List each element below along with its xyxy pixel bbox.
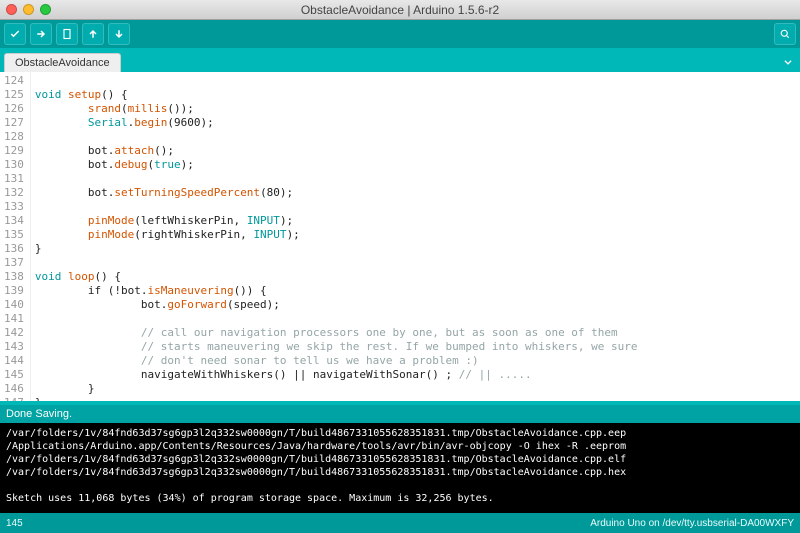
line-number: 132 bbox=[4, 186, 24, 200]
arrow-right-icon bbox=[35, 28, 47, 40]
code-line[interactable]: pinMode(rightWhiskerPin, INPUT); bbox=[35, 228, 796, 242]
code-line[interactable]: } bbox=[35, 396, 796, 401]
line-number: 125 bbox=[4, 88, 24, 102]
board-port: Arduino Uno on /dev/tty.usbserial-DA00WX… bbox=[590, 518, 794, 529]
line-number: 134 bbox=[4, 214, 24, 228]
line-number: 137 bbox=[4, 256, 24, 270]
code-line[interactable] bbox=[35, 312, 796, 326]
code-line[interactable]: // call our navigation processors one by… bbox=[35, 326, 796, 340]
line-number: 145 bbox=[4, 368, 24, 382]
window-title: ObstacleAvoidance | Arduino 1.5.6-r2 bbox=[0, 3, 800, 17]
line-number: 139 bbox=[4, 284, 24, 298]
serial-monitor-button[interactable] bbox=[774, 23, 796, 45]
footer-bar: 145 Arduino Uno on /dev/tty.usbserial-DA… bbox=[0, 513, 800, 533]
line-number: 127 bbox=[4, 116, 24, 130]
code-line[interactable]: if (!bot.isManeuvering()) { bbox=[35, 284, 796, 298]
code-line[interactable]: void loop() { bbox=[35, 270, 796, 284]
verify-button[interactable] bbox=[4, 23, 26, 45]
code-line[interactable]: // starts maneuvering we skip the rest. … bbox=[35, 340, 796, 354]
code-line[interactable] bbox=[35, 74, 796, 88]
console-output[interactable]: /var/folders/1v/84fnd63d37sg6gp3l2q332sw… bbox=[0, 423, 800, 513]
window-controls bbox=[6, 4, 51, 15]
code-line[interactable]: bot.debug(true); bbox=[35, 158, 796, 172]
magnifier-icon bbox=[779, 28, 791, 40]
chevron-down-icon bbox=[783, 57, 793, 67]
line-number: 126 bbox=[4, 102, 24, 116]
line-number: 143 bbox=[4, 340, 24, 354]
line-number: 147 bbox=[4, 396, 24, 405]
code-line[interactable] bbox=[35, 130, 796, 144]
arrow-down-icon bbox=[113, 28, 125, 40]
file-icon bbox=[61, 28, 73, 40]
code-line[interactable]: navigateWithWhiskers() || navigateWithSo… bbox=[35, 368, 796, 382]
line-number: 129 bbox=[4, 144, 24, 158]
code-line[interactable] bbox=[35, 172, 796, 186]
code-line[interactable] bbox=[35, 200, 796, 214]
code-editor[interactable]: 1241251261271281291301311321331341351361… bbox=[0, 72, 800, 405]
tab-bar: ObstacleAvoidance bbox=[0, 48, 800, 72]
code-line[interactable]: pinMode(leftWhiskerPin, INPUT); bbox=[35, 214, 796, 228]
cursor-line: 145 bbox=[6, 518, 23, 529]
line-number: 133 bbox=[4, 200, 24, 214]
line-number: 140 bbox=[4, 298, 24, 312]
line-number: 135 bbox=[4, 228, 24, 242]
upload-button[interactable] bbox=[30, 23, 52, 45]
arrow-up-icon bbox=[87, 28, 99, 40]
code-line[interactable]: } bbox=[35, 242, 796, 256]
code-line[interactable]: Serial.begin(9600); bbox=[35, 116, 796, 130]
minimize-button[interactable] bbox=[23, 4, 34, 15]
line-gutter: 1241251261271281291301311321331341351361… bbox=[0, 72, 31, 401]
line-number: 130 bbox=[4, 158, 24, 172]
line-number: 136 bbox=[4, 242, 24, 256]
code-line[interactable]: srand(millis()); bbox=[35, 102, 796, 116]
titlebar: ObstacleAvoidance | Arduino 1.5.6-r2 bbox=[0, 0, 800, 20]
code-line[interactable]: bot.setTurningSpeedPercent(80); bbox=[35, 186, 796, 200]
zoom-button[interactable] bbox=[40, 4, 51, 15]
save-button[interactable] bbox=[108, 23, 130, 45]
tab-menu-button[interactable] bbox=[780, 54, 796, 70]
tab-active[interactable]: ObstacleAvoidance bbox=[4, 53, 121, 72]
code-line[interactable]: bot.attach(); bbox=[35, 144, 796, 158]
open-button[interactable] bbox=[82, 23, 104, 45]
status-text: Done Saving. bbox=[6, 408, 72, 420]
code-line[interactable] bbox=[35, 256, 796, 270]
code-line[interactable]: bot.goForward(speed); bbox=[35, 298, 796, 312]
line-number: 128 bbox=[4, 130, 24, 144]
check-icon bbox=[9, 28, 21, 40]
line-number: 141 bbox=[4, 312, 24, 326]
line-number: 146 bbox=[4, 382, 24, 396]
line-number: 142 bbox=[4, 326, 24, 340]
code-area[interactable]: void setup() { srand(millis()); Serial.b… bbox=[31, 72, 800, 401]
toolbar bbox=[0, 20, 800, 48]
status-bar: Done Saving. bbox=[0, 405, 800, 423]
code-line[interactable]: } bbox=[35, 382, 796, 396]
close-button[interactable] bbox=[6, 4, 17, 15]
new-button[interactable] bbox=[56, 23, 78, 45]
line-number: 124 bbox=[4, 74, 24, 88]
code-line[interactable]: void setup() { bbox=[35, 88, 796, 102]
code-line[interactable]: // don't need sonar to tell us we have a… bbox=[35, 354, 796, 368]
line-number: 138 bbox=[4, 270, 24, 284]
line-number: 131 bbox=[4, 172, 24, 186]
line-number: 144 bbox=[4, 354, 24, 368]
